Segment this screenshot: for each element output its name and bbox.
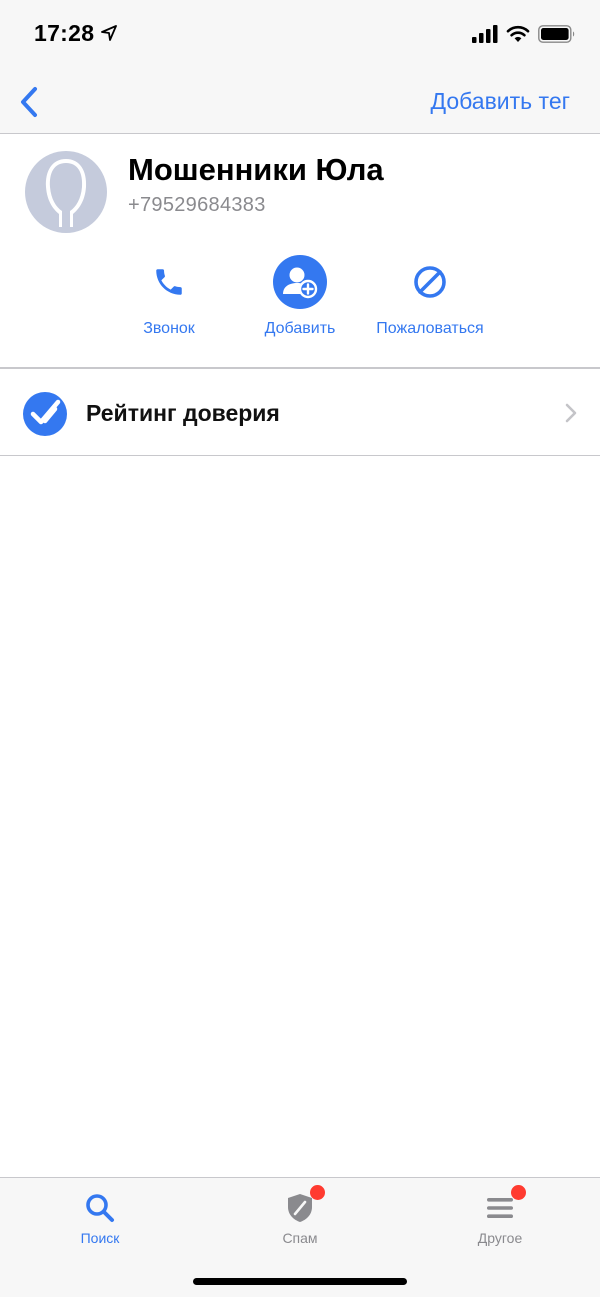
contact-header: Мошенники Юла +79529684383 Звонок Добави… <box>0 134 600 369</box>
avatar <box>25 151 107 233</box>
shield-icon-wrap <box>280 1185 325 1228</box>
contact-name: Мошенники Юла <box>128 152 384 187</box>
report-label: Пожаловаться <box>376 320 484 337</box>
trust-rating-label: Рейтинг доверия <box>86 400 280 426</box>
report-icon-wrap <box>402 254 458 310</box>
home-indicator <box>193 1278 407 1285</box>
double-check-icon <box>23 392 67 436</box>
add-contact-icon <box>273 255 327 309</box>
shield-icon <box>288 1194 312 1222</box>
status-indicators <box>472 25 576 43</box>
tab-other[interactable]: Другое <box>430 1185 570 1246</box>
tab-search[interactable]: Поиск <box>30 1188 170 1246</box>
other-badge <box>511 1185 526 1200</box>
contact-phone: +79529684383 <box>128 194 266 216</box>
block-icon <box>414 266 446 298</box>
tab-other-label: Другое <box>477 1230 523 1246</box>
menu-icon <box>487 1198 513 1218</box>
navigation-bar: Добавить тег <box>0 70 600 134</box>
search-icon-wrap <box>80 1188 120 1228</box>
person-placeholder-icon <box>45 159 87 227</box>
phone-icon <box>156 269 182 295</box>
status-bar: 17:28 <box>0 0 600 70</box>
call-label: Звонок <box>143 320 195 337</box>
battery-icon <box>538 25 575 43</box>
location-arrow-icon <box>101 25 117 41</box>
back-button[interactable] <box>14 82 44 122</box>
trust-rating-row[interactable]: Рейтинг доверия <box>0 370 600 456</box>
report-button[interactable]: Пожаловаться <box>350 254 510 338</box>
add-icon-wrap <box>272 254 328 310</box>
wifi-icon <box>506 25 530 42</box>
tab-spam-label: Спам <box>282 1230 318 1246</box>
chevron-left-icon <box>21 87 37 117</box>
spam-badge <box>310 1185 325 1200</box>
chevron-right-icon <box>565 403 577 423</box>
cellular-signal-icon <box>472 25 498 43</box>
add-tag-button[interactable]: Добавить тег <box>431 88 571 115</box>
call-icon-wrap <box>141 254 197 310</box>
status-time: 17:28 <box>34 20 95 46</box>
search-icon <box>86 1194 114 1222</box>
tab-search-label: Поиск <box>80 1230 120 1246</box>
tab-spam[interactable]: Спам <box>230 1185 370 1246</box>
add-label: Добавить <box>264 320 336 337</box>
menu-icon-wrap <box>480 1185 526 1228</box>
